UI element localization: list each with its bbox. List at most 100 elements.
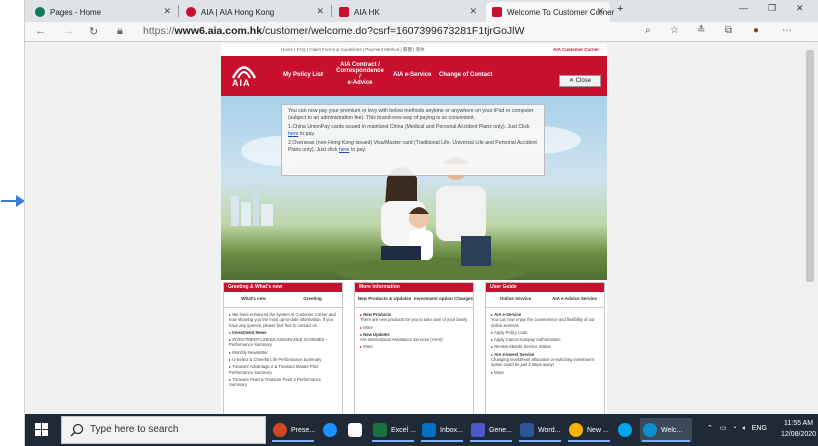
close-tab-icon[interactable]: ✕ (316, 6, 324, 17)
tab-investment-option[interactable]: Investment option Changes (414, 292, 473, 307)
back-icon[interactable]: ← (35, 25, 46, 37)
more-menu-icon[interactable]: ⋯ (782, 25, 792, 36)
tab-aia-hk[interactable]: AIA HK ✕ (333, 2, 483, 22)
taskbar-edge-welcome[interactable]: Welc... (640, 418, 692, 442)
close-tab-icon[interactable]: ✕ (469, 6, 477, 17)
more-link[interactable]: ▸ More (360, 344, 469, 349)
item-text: Apply Policy Loan (494, 329, 528, 335)
top-links[interactable]: Home | FAQ | Claim Forms & Guidelines | … (221, 44, 607, 56)
windows-start-icon[interactable] (35, 423, 48, 436)
minimize-button[interactable]: — (739, 3, 748, 13)
new-tab-button[interactable]: + (617, 3, 623, 15)
list-item[interactable]: ▸ Apply Cancel Autopay Authorization (491, 337, 600, 342)
close-window-button[interactable]: ✕ (796, 3, 804, 14)
taskbar-skype[interactable] (615, 418, 637, 442)
tab-e-advice-service[interactable]: AIA e-Advice Service (545, 292, 604, 307)
tab-greeting[interactable]: Greeting (283, 292, 342, 307)
close-tab-icon[interactable]: ✕ (596, 6, 604, 17)
aia-logo: AIA (226, 61, 262, 89)
tab-online-service[interactable]: Online Service (486, 292, 545, 307)
item-text: Investment News (232, 329, 267, 335)
app-label: Prese... (291, 426, 316, 434)
list-item[interactable]: ▸ New Products There are new products for… (360, 312, 469, 323)
unionpay-link[interactable]: here (288, 131, 298, 137)
favorite-star-icon[interactable]: ☆ (670, 25, 679, 36)
profile-avatar[interactable]: ● (753, 25, 759, 36)
taskbar-teams[interactable]: Gene... (468, 418, 514, 442)
taskbar-excel[interactable]: Excel ... (370, 418, 416, 442)
list-item[interactable]: ▸ Treasure Advantage 2 & Treasure Master… (229, 364, 338, 375)
list-item[interactable]: ▸ New Updates AIA International Assistanc… (360, 332, 469, 343)
more-link[interactable]: ▸ More (491, 370, 600, 375)
more-information-box: More Information New Products & Updates … (354, 282, 474, 414)
more-link[interactable]: ▸ More (360, 325, 469, 330)
running-indicator (470, 440, 512, 442)
menu-change-of-contact[interactable]: Change of Contact (439, 72, 492, 78)
tab-welcome-customer-corner[interactable]: Welcome To Customer Corner ✕ (486, 2, 614, 22)
sharepoint-icon (35, 7, 45, 17)
guide-list: ▸ AIA e-Service You can now enjoy the con… (486, 308, 604, 375)
item-text: More (363, 324, 373, 330)
list-item[interactable]: ▸ AIA e-Service You can now enjoy the con… (491, 312, 600, 328)
battery-icon[interactable]: ▭ (720, 425, 727, 432)
favorites-bar-icon[interactable]: ≛ (697, 25, 705, 36)
greeting-box: Greeting & What's new What's new Greetin… (223, 282, 343, 414)
tab-pages-home[interactable]: Pages - Home ✕ (29, 2, 177, 22)
customer-corner-link[interactable]: AIA Customer Corner (553, 47, 599, 52)
tab-whats-new[interactable]: What's new (224, 292, 283, 307)
vertical-scrollbar[interactable] (802, 42, 818, 414)
menu-aia-e-service[interactable]: AIA e-Service (393, 72, 431, 78)
language-indicator[interactable]: ENG (752, 425, 767, 432)
taskbar-word[interactable]: Word... (517, 418, 563, 442)
list-item[interactable]: ▸ INVESTMENT-LINKED ASSURANCE SCHEMES - … (229, 337, 338, 348)
desktop-background (0, 0, 25, 446)
item-text: AIA International Assistance Services (A… (360, 337, 443, 343)
taskbar-outlook[interactable]: Inbox... (419, 418, 465, 442)
box-title: User Guide (486, 283, 604, 292)
item-text: New Updates (363, 331, 390, 337)
taskbar-file-explorer[interactable] (345, 418, 367, 442)
taskbar-edge[interactable] (320, 418, 342, 442)
app-label: New ... (587, 426, 609, 434)
close-button[interactable]: ✕ Close (559, 75, 601, 87)
list-item[interactable]: ▸ We have enhanced the system of Custome… (229, 312, 338, 328)
app-label: Inbox... (440, 426, 463, 434)
list-item[interactable]: ▸ Review eBankr Service Status (491, 344, 600, 349)
network-icon[interactable]: ◔ (732, 425, 736, 432)
list-item[interactable]: ▸ Treasure Pearl & Treasure Pearl 2 Perf… (229, 377, 338, 388)
zoom-icon[interactable]: ⌕ (645, 25, 651, 36)
tab-aia-hong-kong[interactable]: AIA | AIA Hong Kong ✕ (180, 2, 330, 22)
taskbar-chrome[interactable]: New ... (566, 418, 612, 442)
web-content: Home | FAQ | Claim Forms & Guidelines | … (25, 42, 803, 414)
aia-favicon-icon (339, 7, 349, 17)
visa-link[interactable]: here (339, 147, 349, 153)
volume-icon[interactable]: 🔈︎ (743, 425, 747, 432)
item-text: More (494, 369, 504, 375)
tray-chevron-up-icon[interactable]: ⌃ (707, 425, 713, 432)
tab-new-products[interactable]: New Products & Updates (355, 292, 414, 307)
collections-icon[interactable]: ⧉ (725, 25, 732, 36)
taskbar-search-box[interactable]: Type here to search (61, 416, 266, 444)
menu-my-policy-list[interactable]: My Policy List (283, 72, 323, 78)
app-label: Welc... (661, 426, 683, 434)
menu-aia-contract[interactable]: AIA Contract / Correspondence / e-Advice (336, 62, 384, 86)
close-tab-icon[interactable]: ✕ (163, 6, 171, 17)
item-text: Treasure Advantage 2 & Treasure Master P… (229, 364, 319, 375)
box-tabs: Online Service AIA e-Advice Service (486, 292, 604, 308)
list-item[interactable]: ▸ Apply Policy Loan (491, 330, 600, 335)
menu-line: e-Advice (347, 80, 373, 86)
running-indicator (372, 440, 414, 442)
tab-title: Pages - Home (50, 7, 102, 17)
app-label: Excel ... (391, 426, 416, 434)
taskbar-powerpoint[interactable]: Prese... (270, 418, 316, 442)
maximize-button[interactable]: ❐ (768, 3, 776, 14)
scrollbar-thumb[interactable] (806, 50, 814, 282)
list-item[interactable]: ▸ U-Select & Cheerful Life Performance S… (229, 357, 338, 362)
list-item[interactable]: ▸ Investment News (229, 330, 338, 335)
list-item[interactable]: ▸ AIA e-Invest Service Changing investmen… (491, 352, 600, 368)
refresh-icon[interactable]: ↻ (89, 25, 98, 38)
forward-icon[interactable]: → (63, 25, 74, 37)
list-item[interactable]: ▸ Monthly Newsletter (229, 350, 338, 355)
clock[interactable]: 11:55 AM 12/08/2020 (781, 418, 816, 440)
url-field[interactable]: https://www6.aia.com.hk/customer/welcome… (143, 25, 524, 37)
